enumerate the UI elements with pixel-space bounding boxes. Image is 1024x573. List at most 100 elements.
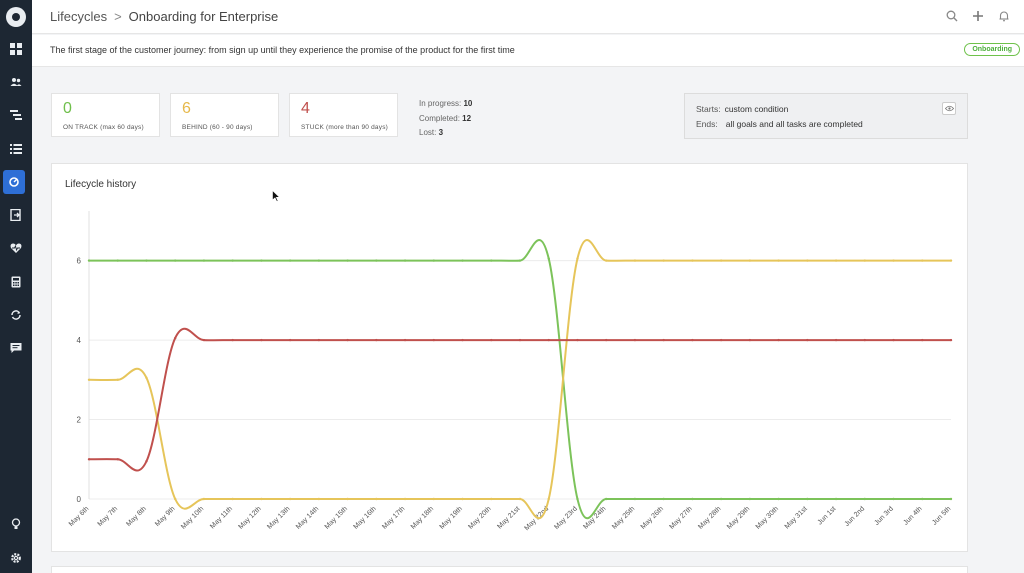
data-point[interactable] — [202, 497, 206, 501]
lifecycle-icon[interactable] — [3, 170, 25, 194]
data-point[interactable] — [432, 259, 435, 262]
logo[interactable] — [6, 7, 26, 27]
users-icon[interactable] — [0, 70, 32, 94]
data-point[interactable] — [174, 497, 177, 501]
data-point[interactable] — [834, 259, 838, 262]
data-point[interactable] — [145, 259, 148, 262]
data-point[interactable] — [461, 338, 464, 342]
data-point[interactable] — [892, 338, 895, 342]
data-point[interactable] — [202, 259, 206, 262]
data-point[interactable] — [87, 458, 91, 461]
data-point[interactable] — [863, 259, 866, 262]
data-point[interactable] — [605, 338, 608, 342]
data-point[interactable] — [576, 497, 579, 501]
data-point[interactable] — [375, 497, 378, 501]
data-point[interactable] — [633, 497, 637, 501]
data-point[interactable] — [432, 497, 435, 501]
data-point[interactable] — [892, 497, 895, 501]
bell-icon[interactable] — [998, 9, 1010, 27]
lightbulb-icon[interactable] — [0, 512, 32, 536]
data-point[interactable] — [605, 497, 608, 501]
data-point[interactable] — [490, 259, 493, 262]
data-point[interactable] — [288, 338, 292, 342]
data-point[interactable] — [116, 259, 119, 262]
data-point[interactable] — [576, 338, 579, 342]
data-point[interactable] — [518, 259, 522, 262]
breadcrumb-parent-link[interactable]: Lifecycles — [50, 9, 107, 24]
data-point[interactable] — [317, 338, 321, 342]
data-point[interactable] — [777, 497, 780, 501]
plus-icon[interactable] — [972, 9, 984, 27]
stat-card-on-track[interactable]: 0 ON TRACK (max 60 days) — [51, 93, 160, 137]
list-icon[interactable] — [0, 137, 32, 161]
data-point[interactable] — [633, 259, 637, 262]
data-point[interactable] — [317, 497, 321, 501]
data-point[interactable] — [777, 259, 780, 262]
sync-icon[interactable] — [0, 303, 32, 327]
data-point[interactable] — [834, 497, 838, 501]
data-point[interactable] — [288, 259, 292, 262]
data-point[interactable] — [691, 259, 694, 262]
data-point[interactable] — [461, 497, 464, 501]
data-point[interactable] — [748, 259, 752, 262]
data-point[interactable] — [403, 259, 407, 262]
data-point[interactable] — [662, 497, 665, 501]
data-point[interactable] — [748, 497, 752, 501]
data-point[interactable] — [87, 259, 91, 262]
data-point[interactable] — [231, 259, 234, 262]
data-point[interactable] — [116, 378, 119, 381]
data-point[interactable] — [806, 259, 809, 262]
export-icon[interactable] — [0, 203, 32, 227]
data-point[interactable] — [719, 338, 723, 342]
data-point[interactable] — [403, 497, 407, 501]
data-point[interactable] — [748, 338, 752, 342]
data-point[interactable] — [116, 458, 119, 461]
data-point[interactable] — [403, 338, 407, 342]
data-point[interactable] — [202, 338, 206, 342]
data-point[interactable] — [949, 259, 953, 262]
data-point[interactable] — [806, 497, 809, 501]
data-point[interactable] — [719, 497, 723, 501]
data-point[interactable] — [662, 259, 665, 262]
data-point[interactable] — [231, 497, 234, 501]
settings-icon[interactable] — [0, 546, 32, 570]
data-point[interactable] — [892, 259, 895, 262]
data-point[interactable] — [921, 497, 924, 501]
data-point[interactable] — [174, 336, 177, 340]
data-point[interactable] — [346, 497, 349, 501]
data-point[interactable] — [375, 259, 378, 262]
data-point[interactable] — [691, 497, 694, 501]
stat-card-stuck[interactable]: 4 STUCK (more than 90 days) — [289, 93, 398, 137]
hierarchy-icon[interactable] — [0, 103, 32, 127]
data-point[interactable] — [490, 497, 493, 501]
data-point[interactable] — [375, 338, 378, 342]
data-point[interactable] — [87, 378, 91, 381]
data-point[interactable] — [691, 338, 694, 342]
data-point[interactable] — [288, 497, 292, 501]
data-point[interactable] — [777, 338, 780, 342]
data-point[interactable] — [260, 259, 263, 262]
data-point[interactable] — [806, 338, 809, 342]
data-point[interactable] — [518, 497, 522, 501]
dashboard-icon[interactable] — [0, 37, 32, 61]
data-point[interactable] — [633, 338, 637, 342]
data-point[interactable] — [490, 338, 493, 342]
data-point[interactable] — [547, 338, 550, 342]
calculator-icon[interactable] — [0, 270, 32, 294]
data-point[interactable] — [547, 257, 550, 260]
search-icon[interactable] — [946, 9, 958, 27]
data-point[interactable] — [432, 338, 435, 342]
data-point[interactable] — [461, 259, 464, 262]
eye-icon[interactable] — [942, 102, 956, 115]
stat-card-behind[interactable]: 6 BEHIND (60 - 90 days) — [170, 93, 279, 137]
data-point[interactable] — [231, 338, 234, 342]
data-point[interactable] — [174, 259, 177, 262]
data-point[interactable] — [260, 497, 263, 501]
data-point[interactable] — [260, 338, 263, 342]
data-point[interactable] — [863, 338, 866, 342]
data-point[interactable] — [145, 376, 148, 380]
data-point[interactable] — [949, 338, 953, 342]
data-point[interactable] — [547, 497, 550, 501]
data-point[interactable] — [921, 338, 924, 342]
data-point[interactable] — [949, 497, 953, 501]
